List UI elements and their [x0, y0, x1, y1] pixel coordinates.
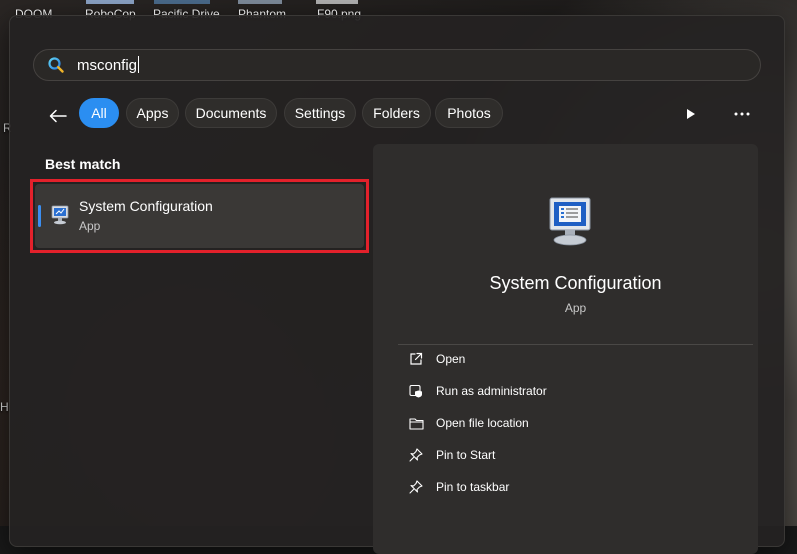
pin-icon — [408, 479, 424, 495]
filter-settings[interactable]: Settings — [284, 98, 356, 128]
best-match-result[interactable]: System Configuration App — [35, 184, 364, 248]
ellipsis-icon — [734, 112, 750, 116]
shield-icon — [408, 383, 424, 399]
divider — [398, 344, 753, 345]
action-label: Open file location — [436, 416, 529, 430]
selection-indicator — [38, 205, 41, 227]
text-caret — [138, 56, 140, 73]
filter-label: Settings — [294, 105, 346, 121]
filter-photos[interactable]: Photos — [435, 98, 503, 128]
desktop-icon-thumb — [86, 0, 134, 4]
filter-label: Folders — [373, 105, 420, 121]
result-subtitle: App — [79, 219, 101, 233]
start-search-panel: msconfig All Apps Documents Settings Fol… — [9, 15, 785, 554]
action-open[interactable]: Open — [400, 348, 740, 370]
back-button[interactable] — [46, 104, 70, 128]
desktop-icon-thumb — [154, 0, 210, 4]
folder-icon — [408, 415, 424, 431]
desktop-icon-thumb — [238, 0, 282, 4]
more-filters-button[interactable] — [680, 103, 702, 125]
filter-label: Documents — [195, 105, 267, 121]
best-match-heading: Best match — [45, 156, 121, 172]
filter-all[interactable]: All — [79, 98, 119, 128]
action-pin-to-taskbar[interactable]: Pin to taskbar — [400, 476, 740, 498]
action-label: Open — [436, 352, 466, 366]
search-input[interactable]: msconfig — [33, 49, 761, 81]
desktop-icon-thumb — [316, 0, 358, 4]
filter-apps[interactable]: Apps — [126, 98, 179, 128]
action-label: Pin to taskbar — [436, 480, 510, 494]
filter-label: Apps — [136, 105, 169, 121]
action-pin-to-start[interactable]: Pin to Start — [400, 444, 740, 466]
filter-folders[interactable]: Folders — [362, 98, 431, 128]
system-configuration-large-icon — [549, 197, 591, 246]
filter-documents[interactable]: Documents — [185, 98, 277, 128]
search-icon — [48, 57, 64, 73]
back-arrow-icon — [49, 109, 67, 123]
more-options-button[interactable] — [730, 103, 754, 125]
detail-subtitle: App — [564, 301, 587, 315]
detail-title: System Configuration — [489, 273, 662, 293]
action-label: Pin to Start — [436, 448, 496, 462]
action-open-file-location[interactable]: Open file location — [400, 412, 740, 434]
filter-label: Photos — [447, 105, 491, 121]
play-icon — [687, 109, 695, 119]
filter-label: All — [91, 105, 107, 121]
open-external-icon — [408, 351, 424, 367]
desktop-edge-label: H — [0, 400, 9, 414]
search-query: msconfig — [77, 57, 138, 74]
system-configuration-icon — [51, 205, 69, 225]
result-title: System Configuration — [79, 198, 213, 214]
action-run-as-administrator[interactable]: Run as administrator — [400, 380, 740, 402]
pin-icon — [408, 447, 424, 463]
action-label: Run as administrator — [436, 384, 547, 398]
